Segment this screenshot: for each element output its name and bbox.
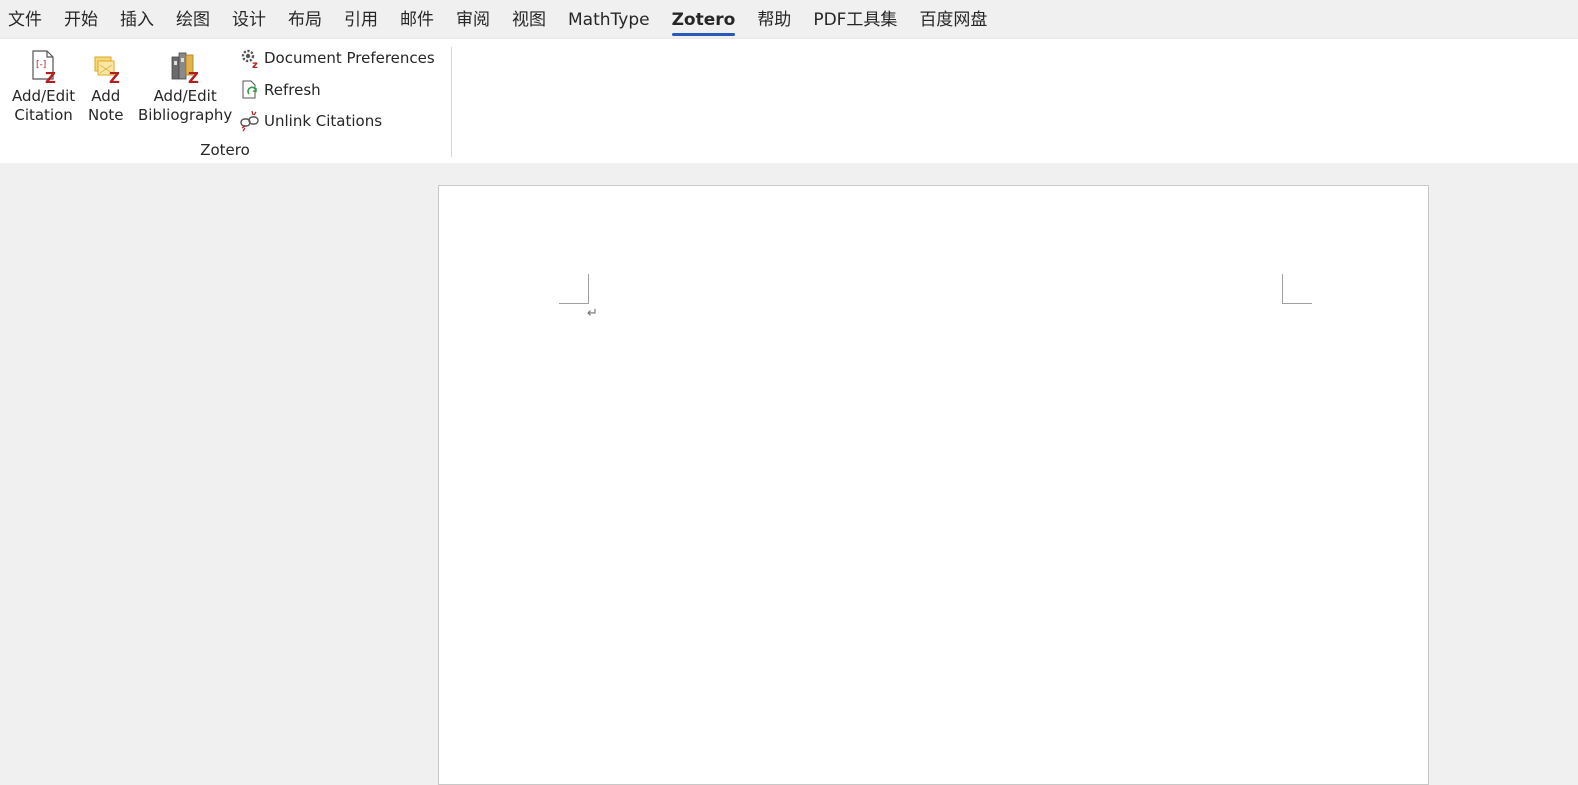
document-page[interactable]: ↵: [438, 185, 1429, 785]
svg-text:Z: Z: [109, 69, 120, 85]
ribbon-panel: [-] Z Add/Edit Citation Z Add Note Z Add…: [0, 39, 1578, 163]
add-edit-bibliography-label-1: Add/Edit: [153, 87, 217, 105]
tab-view[interactable]: 视图: [512, 0, 546, 30]
unlink-icon: [240, 110, 259, 132]
tab-layout[interactable]: 布局: [288, 0, 322, 30]
tab-mathtype[interactable]: MathType: [568, 0, 650, 30]
group-separator: [451, 47, 452, 157]
bibliography-icon: Z: [171, 52, 199, 85]
svg-text:z: z: [252, 60, 258, 69]
add-edit-bibliography-button[interactable]: Z Add/Edit Bibliography: [138, 49, 232, 125]
tab-draw[interactable]: 绘图: [176, 0, 210, 30]
note-icon: Z: [94, 56, 120, 85]
add-edit-citation-label-2: Citation: [14, 106, 73, 124]
refresh-icon: [242, 80, 257, 99]
tab-pdf-tools[interactable]: PDF工具集: [813, 0, 897, 30]
paragraph-mark: ↵: [587, 306, 598, 321]
add-edit-citation-label-1: Add/Edit: [12, 87, 76, 105]
tab-help[interactable]: 帮助: [757, 0, 791, 30]
refresh-label: Refresh: [264, 81, 321, 99]
tab-references[interactable]: 引用: [344, 0, 378, 30]
svg-text:Z: Z: [188, 69, 199, 85]
svg-text:Z: Z: [45, 69, 56, 85]
tab-review[interactable]: 审阅: [456, 0, 490, 30]
tab-file[interactable]: 文件: [8, 0, 42, 30]
refresh-button[interactable]: Refresh: [239, 79, 321, 101]
citation-icon: [-] Z: [31, 50, 56, 85]
unlink-citations-button[interactable]: Unlink Citations: [239, 110, 382, 132]
add-note-label-2: Note: [88, 106, 124, 124]
unlink-citations-label: Unlink Citations: [264, 112, 383, 130]
add-note-button[interactable]: Z Add Note: [88, 49, 124, 125]
tab-zotero[interactable]: Zotero: [671, 0, 735, 36]
document-canvas: ↵: [0, 163, 1578, 785]
zotero-group-label: Zotero: [200, 141, 250, 159]
tab-design[interactable]: 设计: [232, 0, 266, 30]
add-edit-citation-button[interactable]: [-] Z Add/Edit Citation: [12, 49, 75, 125]
add-edit-bibliography-label-2: Bibliography: [138, 106, 233, 124]
tab-insert[interactable]: 插入: [120, 0, 154, 30]
margin-corner-top-left: [559, 274, 589, 304]
gear-icon: z: [241, 49, 258, 69]
document-preferences-label: Document Preferences: [264, 49, 435, 67]
ribbon-tab-bar: 文件 开始 插入 绘图 设计 布局 引用 邮件 审阅 视图 MathType Z…: [0, 0, 1578, 39]
tab-mailings[interactable]: 邮件: [400, 0, 434, 30]
tab-baidu-netdisk[interactable]: 百度网盘: [919, 0, 987, 30]
margin-corner-top-right: [1282, 274, 1312, 304]
add-note-label-1: Add: [91, 87, 121, 105]
tab-home[interactable]: 开始: [64, 0, 98, 30]
zotero-group: [-] Z Add/Edit Citation Z Add Note Z Add…: [0, 39, 450, 163]
document-preferences-button[interactable]: z Document Preferences: [239, 47, 435, 69]
